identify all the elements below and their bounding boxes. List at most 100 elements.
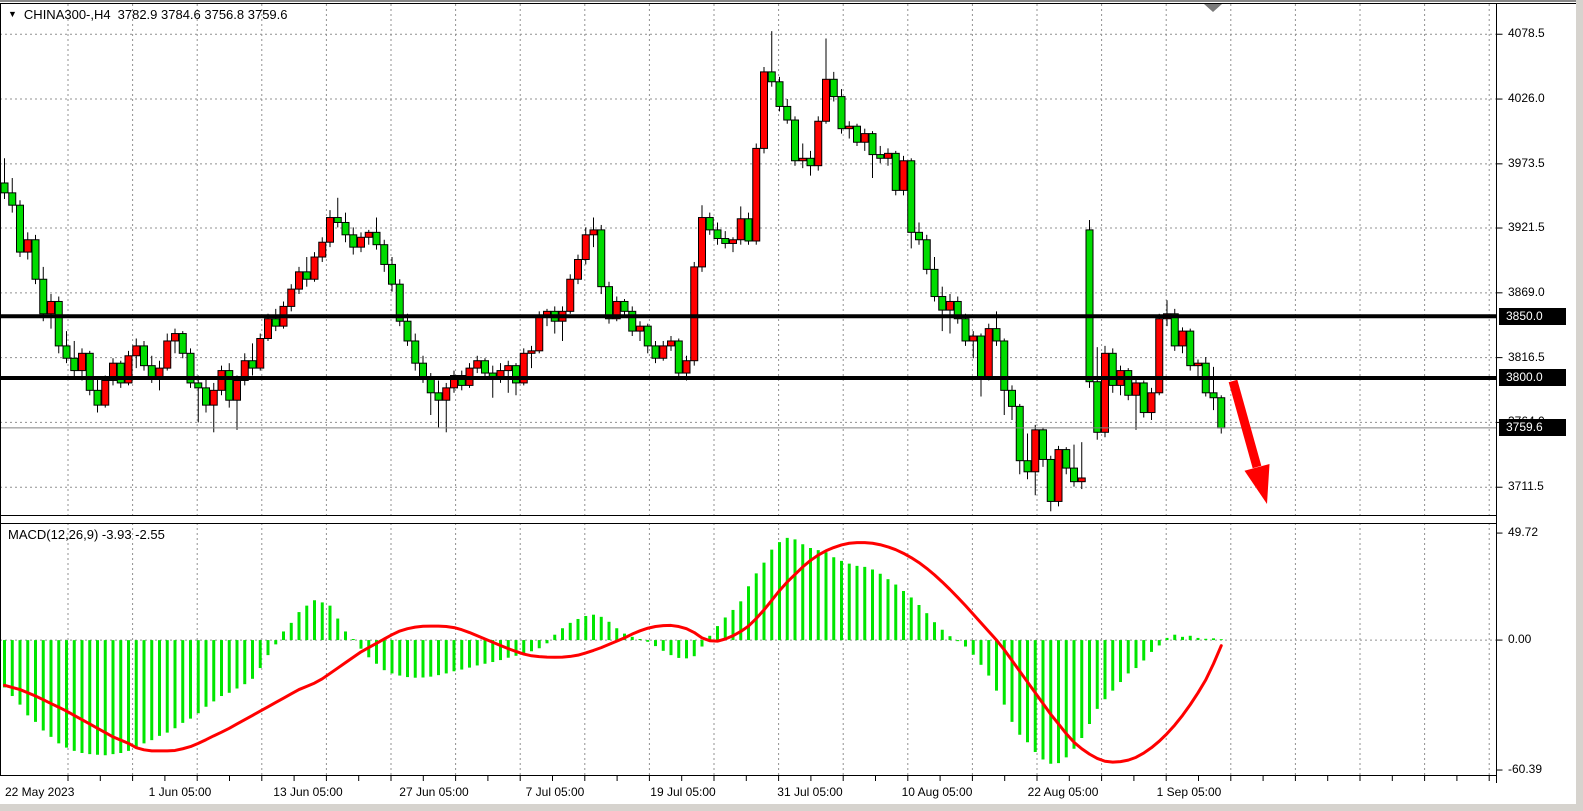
- object-anchor-triangle-icon[interactable]: [1204, 4, 1222, 12]
- candle-body: [993, 329, 1000, 341]
- candle-body: [63, 346, 70, 358]
- candle-body: [172, 334, 179, 341]
- candle-body: [505, 366, 512, 371]
- candle-body: [737, 219, 744, 240]
- price-tick-label: 3973.5: [1508, 156, 1545, 170]
- candle-body: [931, 269, 938, 296]
- candle-body: [823, 79, 830, 121]
- candle-body: [373, 232, 380, 244]
- macd-tick-label: -60.39: [1508, 762, 1542, 776]
- candle-body: [722, 239, 729, 244]
- candle-body: [939, 297, 946, 311]
- support-price-badge: 3800.0: [1499, 369, 1566, 386]
- candle-body: [513, 366, 520, 383]
- candle-body: [1148, 393, 1155, 413]
- candle-body: [1032, 430, 1039, 472]
- candle-body: [55, 301, 62, 345]
- candle-body: [1094, 382, 1101, 433]
- date-tick-label: 19 Jul 05:00: [650, 785, 715, 799]
- candle-body: [621, 301, 628, 311]
- candle-body: [303, 272, 310, 279]
- candle-body: [86, 353, 93, 390]
- candle-body: [334, 218, 341, 223]
- price-tick-label: 3816.5: [1508, 350, 1545, 364]
- candle-body: [389, 264, 396, 284]
- candle-body: [869, 134, 876, 155]
- date-tick-label: 7 Jul 05:00: [526, 785, 585, 799]
- candle-body: [404, 321, 411, 341]
- candle-body: [1071, 468, 1078, 482]
- candle-body: [590, 230, 597, 235]
- candle-body: [412, 341, 419, 363]
- candle-body: [1047, 459, 1054, 501]
- candle-body: [474, 361, 481, 368]
- candle-body: [210, 390, 217, 405]
- candle-body: [358, 237, 365, 247]
- candle-body: [179, 334, 186, 354]
- candle-body: [1, 183, 8, 193]
- candle-body: [784, 106, 791, 120]
- candle-body: [1009, 390, 1016, 406]
- candle-body: [846, 126, 853, 128]
- candle-body: [32, 240, 39, 279]
- symbol-dropdown-triangle-icon[interactable]: ▼: [8, 8, 17, 21]
- candle-body: [133, 346, 140, 356]
- candle-body: [668, 341, 675, 346]
- candle-body: [203, 388, 210, 405]
- candle-body: [683, 361, 690, 373]
- candle-body: [420, 363, 427, 378]
- date-tick-label: 27 Jun 05:00: [399, 785, 468, 799]
- candle-body: [164, 341, 171, 368]
- candle-body: [582, 235, 589, 260]
- date-tick-label: 22 May 2023: [5, 785, 74, 799]
- candle-body: [1086, 230, 1093, 382]
- chart-canvas[interactable]: [0, 0, 1583, 811]
- candle-body: [257, 338, 264, 368]
- candle-body: [877, 155, 884, 159]
- candle-body: [288, 289, 295, 306]
- candle-body: [234, 380, 241, 400]
- price-tick-label: 4078.5: [1508, 26, 1545, 40]
- ohlc-values: 3782.9 3784.6 3756.8 3759.6: [118, 7, 288, 22]
- candle-body: [435, 393, 442, 400]
- candle-body: [381, 245, 388, 265]
- candle-body: [753, 148, 760, 241]
- down-trend-arrow[interactable]: [1233, 381, 1257, 467]
- price-tick-label: 3921.5: [1508, 220, 1545, 234]
- candle-body: [79, 353, 86, 370]
- candle-body: [536, 316, 543, 351]
- down-trend-arrow-head[interactable]: [1245, 464, 1270, 504]
- candle-body: [195, 383, 202, 388]
- candle-body: [265, 319, 272, 339]
- macd-tick-label: 0.00: [1508, 632, 1531, 646]
- date-tick-label: 31 Jul 05:00: [777, 785, 842, 799]
- candle-body: [675, 341, 682, 373]
- candle-body: [838, 97, 845, 129]
- candle-body: [296, 272, 303, 289]
- candle-body: [71, 358, 78, 370]
- date-tick-label: 1 Jun 05:00: [149, 785, 212, 799]
- candle-body: [970, 336, 977, 341]
- candle-body: [830, 79, 837, 96]
- candle-body: [94, 390, 101, 405]
- candle-body: [962, 319, 969, 341]
- candle-body: [699, 218, 706, 267]
- candle-body: [1171, 314, 1178, 346]
- candle-body: [908, 161, 915, 233]
- candle-body: [1156, 319, 1163, 393]
- candle-body: [218, 371, 225, 391]
- candle-body: [900, 161, 907, 191]
- candle-body: [1210, 393, 1217, 398]
- candle-body: [575, 260, 582, 280]
- date-tick-label: 22 Aug 05:00: [1028, 785, 1099, 799]
- candle-body: [892, 153, 899, 190]
- candle-body: [1187, 331, 1194, 366]
- candle-body: [1109, 353, 1116, 385]
- candle-body: [706, 218, 713, 230]
- window-bottom-edge: [0, 804, 1583, 811]
- candle-body: [102, 380, 109, 405]
- candle-body: [1218, 398, 1225, 428]
- resistance-price-badge: 3850.0: [1499, 308, 1566, 325]
- candle-body: [482, 361, 489, 373]
- macd-signal-line: [5, 543, 1222, 763]
